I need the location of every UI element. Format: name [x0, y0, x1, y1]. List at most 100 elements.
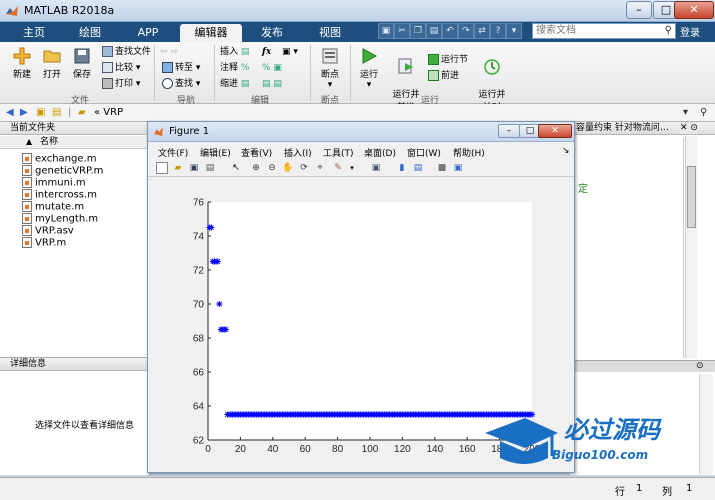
menu-help[interactable]: 帮助(H): [453, 146, 485, 159]
figure-close-button[interactable]: ✕: [538, 124, 572, 138]
paste-quick-icon[interactable]: ▤: [426, 23, 442, 39]
file-item[interactable]: immuni.m: [22, 177, 86, 189]
pan-hand-icon[interactable]: ✋: [282, 162, 294, 174]
new-figure-icon[interactable]: [156, 162, 168, 174]
edit-misc-icon[interactable]: ▣ ▾: [282, 46, 298, 58]
file-item[interactable]: VRP.asv: [22, 225, 74, 237]
rotate-3d-icon[interactable]: ⟳: [298, 162, 310, 174]
switch-window-icon[interactable]: ⇄: [474, 23, 490, 39]
undo-quick-icon[interactable]: ↶: [442, 23, 458, 39]
menu-tools[interactable]: 工具(T): [323, 146, 354, 159]
go-back-icons[interactable]: ⇦ ⇨: [160, 46, 178, 58]
hide-plot-tools-icon[interactable]: ■: [436, 162, 448, 174]
run-section-button[interactable]: 运行节: [428, 54, 468, 66]
print-label: 打印: [115, 79, 134, 89]
editor-ribbon: 新建 打开 保存 查找文件 比较 ▾ 打印 ▾ 文件 ⇦ ⇨ 转至 ▾ 查找 ▾…: [0, 42, 715, 113]
editor-scroll-thumb[interactable]: [687, 166, 696, 228]
tab-home[interactable]: 主页: [8, 24, 60, 42]
file-item[interactable]: VRP.m: [22, 237, 66, 249]
help-quick-icon[interactable]: ?: [490, 23, 506, 39]
file-item[interactable]: geneticVRP.m: [22, 165, 103, 177]
file-item[interactable]: intercross.m: [22, 189, 97, 201]
tab-view[interactable]: 视图: [304, 24, 356, 42]
command-window-menu-icon[interactable]: ⊙: [696, 361, 704, 371]
current-path[interactable]: « VRP: [94, 107, 123, 118]
watermark-logo: 必过源码 Biguo100.com: [480, 408, 715, 478]
path-dropdown-icon[interactable]: ▾: [683, 107, 688, 118]
comment-button[interactable]: 注释 %: [220, 62, 249, 74]
figure-minimize-button[interactable]: –: [498, 124, 520, 138]
tab-plots[interactable]: 绘图: [64, 24, 116, 42]
brush-icon[interactable]: ✎: [332, 162, 344, 174]
indent-button[interactable]: 缩进 ▤: [220, 78, 249, 90]
file-name: exchange.m: [35, 153, 97, 165]
tab-publish[interactable]: 发布: [246, 24, 298, 42]
menu-file[interactable]: 文件(F): [158, 146, 188, 159]
back-arrow-icon[interactable]: ◀: [6, 107, 14, 118]
login-link[interactable]: 登录: [680, 24, 700, 39]
editor-close-icon[interactable]: ✕ ⊙: [680, 122, 698, 134]
name-column-header[interactable]: 名称: [0, 136, 150, 149]
search-placeholder: 搜索文档: [536, 25, 576, 36]
menu-insert[interactable]: 插入(I): [284, 146, 312, 159]
menu-window[interactable]: 窗口(W): [407, 146, 441, 159]
colorbar-icon[interactable]: ▮: [396, 162, 408, 174]
compare-icon: [102, 62, 113, 73]
run-button[interactable]: 运行 ▾: [354, 47, 384, 90]
redo-quick-icon[interactable]: ↷: [458, 23, 474, 39]
advance-button[interactable]: 前进: [428, 70, 459, 82]
close-button[interactable]: ✕: [674, 1, 714, 19]
new-button[interactable]: 新建: [8, 47, 36, 80]
up-folder-icon[interactable]: ▣: [36, 107, 45, 118]
brush-dropdown-icon[interactable]: ▾: [346, 162, 358, 174]
save-figure-icon[interactable]: ▣: [188, 162, 200, 174]
file-item[interactable]: myLength.m: [22, 213, 98, 225]
copy-quick-icon[interactable]: ❐: [410, 23, 426, 39]
search-icon[interactable]: ⚲: [665, 24, 672, 38]
run-advance-icon: [398, 58, 413, 74]
file-item[interactable]: mutate.m: [22, 201, 84, 213]
print-figure-icon[interactable]: ▤: [204, 162, 216, 174]
print-button[interactable]: 打印 ▾: [102, 78, 140, 90]
menu-desktop[interactable]: 桌面(D): [364, 146, 396, 159]
m-file-icon: [22, 177, 32, 188]
uncomment-icon[interactable]: % ▣: [262, 62, 282, 74]
fx-button[interactable]: fx: [262, 46, 271, 58]
collapse-ribbon-icon[interactable]: ▾: [506, 23, 522, 39]
show-plot-tools-icon[interactable]: ▣: [452, 162, 464, 174]
breakpoints-button[interactable]: 断点 ▾: [316, 47, 344, 90]
x-tick-label: 20: [235, 444, 247, 455]
tab-apps[interactable]: APP: [122, 24, 174, 42]
open-button[interactable]: 打开: [38, 47, 66, 80]
editor-scrollbar[interactable]: [685, 136, 697, 358]
forward-arrow-icon[interactable]: ▶: [20, 107, 28, 118]
edit-plot-arrow-icon[interactable]: ↖: [230, 162, 242, 174]
tab-editor[interactable]: 编辑器: [180, 24, 242, 42]
menu-edit[interactable]: 编辑(E): [200, 146, 231, 159]
command-window-header: [570, 360, 715, 372]
zoom-out-icon[interactable]: ⊖: [266, 162, 278, 174]
find-button[interactable]: 查找 ▾: [162, 78, 200, 90]
browse-folder-icon[interactable]: ▤: [52, 107, 61, 118]
find-files-button[interactable]: 查找文件: [102, 46, 151, 58]
save-button[interactable]: 保存: [68, 47, 96, 80]
minimize-button[interactable]: –: [626, 1, 652, 19]
zoom-in-icon[interactable]: ⊕: [250, 162, 262, 174]
menu-view[interactable]: 查看(V): [241, 146, 272, 159]
path-search-icon[interactable]: ⚲: [700, 107, 707, 118]
open-file-icon[interactable]: ▰: [172, 162, 184, 174]
smart-indent-icon[interactable]: ▤ ▤: [262, 78, 282, 90]
legend-icon[interactable]: ▤: [412, 162, 424, 174]
details-panel: 详细信息 选择文件以查看详细信息: [0, 357, 150, 475]
data-cursor-icon[interactable]: ⌖: [314, 162, 326, 174]
menu-dock-icon[interactable]: ↘: [562, 146, 570, 156]
file-item[interactable]: exchange.m: [22, 153, 96, 165]
goto-button[interactable]: 转至 ▾: [162, 62, 200, 74]
link-plot-icon[interactable]: ▣: [370, 162, 382, 174]
figure-title-bar[interactable]: Figure 1 – □ ✕: [148, 122, 574, 142]
cut-quick-icon[interactable]: ✂: [394, 23, 410, 39]
save-quick-icon[interactable]: ▣: [378, 23, 394, 39]
compare-button[interactable]: 比较 ▾: [102, 62, 140, 74]
insert-button[interactable]: 插入 ▤: [220, 46, 249, 58]
search-documentation-input[interactable]: 搜索文档 ⚲: [532, 23, 676, 39]
